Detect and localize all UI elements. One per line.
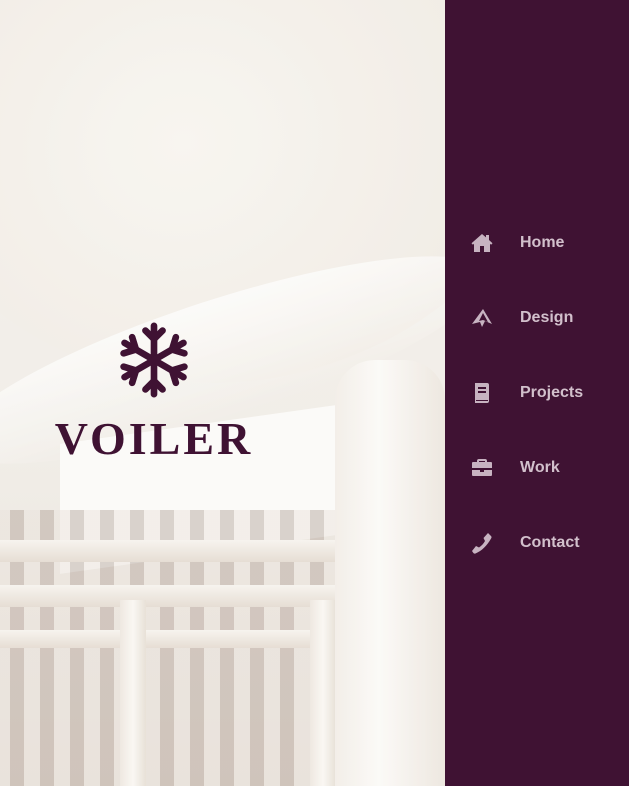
- nav-item-design[interactable]: Design: [445, 293, 629, 343]
- brand-name: VOILER: [54, 413, 254, 464]
- nav-label-home: Home: [520, 234, 565, 251]
- nav-label-work: Work: [520, 459, 560, 476]
- nav-item-home[interactable]: Home: [445, 218, 629, 268]
- nav-label-contact: Contact: [520, 534, 580, 551]
- briefcase-icon: [469, 455, 495, 481]
- home-icon: [469, 230, 495, 256]
- nav-item-work[interactable]: Work: [445, 443, 629, 493]
- nav-label-design: Design: [520, 309, 574, 326]
- sidebar-nav: Home Design Projects Work Contact: [445, 0, 629, 786]
- brand-logo[interactable]: VOILER: [48, 318, 260, 462]
- page: VOILER Home Design Projects Work Contact: [0, 0, 629, 786]
- book-icon: [469, 380, 495, 406]
- nav-item-contact[interactable]: Contact: [445, 518, 629, 568]
- phone-icon: [469, 530, 495, 556]
- paper-plane-icon: [469, 305, 495, 331]
- nav-item-projects[interactable]: Projects: [445, 368, 629, 418]
- nav-label-projects: Projects: [520, 384, 584, 401]
- nav-list: Home Design Projects Work Contact: [445, 218, 629, 593]
- snowflake-icon: [120, 322, 188, 398]
